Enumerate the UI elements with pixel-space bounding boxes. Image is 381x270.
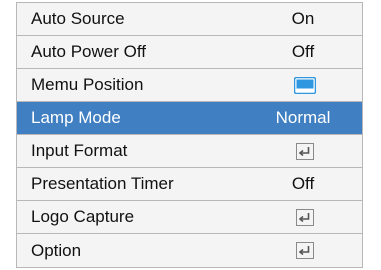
menu-item-input-format[interactable]: Input Format bbox=[17, 135, 362, 168]
menu-item-label: Lamp Mode bbox=[31, 108, 121, 127]
osd-menu: Auto Source On Auto Power Off Off Memu P… bbox=[16, 2, 363, 268]
menu-item-label: Logo Capture bbox=[31, 207, 135, 226]
menu-item-logo-capture[interactable]: Logo Capture bbox=[17, 201, 362, 234]
enter-icon bbox=[296, 242, 314, 259]
menu-item-value: Off bbox=[291, 42, 315, 61]
enter-icon bbox=[296, 209, 314, 226]
menu-item-value: Off bbox=[291, 174, 315, 193]
menu-item-lamp-mode[interactable]: Lamp Mode Normal bbox=[17, 102, 362, 135]
menu-item-label: Auto Power Off bbox=[31, 42, 146, 61]
menu-item-auto-source[interactable]: Auto Source On bbox=[17, 3, 362, 36]
menu-item-label: Memu Position bbox=[31, 75, 144, 94]
menu-item-auto-power-off[interactable]: Auto Power Off Off bbox=[17, 36, 362, 69]
menu-item-label: Input Format bbox=[31, 141, 128, 160]
menu-item-value: Normal bbox=[275, 108, 331, 127]
menu-item-presentation-timer[interactable]: Presentation Timer Off bbox=[17, 168, 362, 201]
enter-icon bbox=[296, 143, 314, 160]
menu-item-menu-position[interactable]: Memu Position bbox=[17, 69, 362, 102]
menu-item-value: On bbox=[291, 9, 315, 28]
menu-item-option[interactable]: Option bbox=[17, 234, 362, 267]
menu-item-label: Presentation Timer bbox=[31, 174, 174, 193]
menu-item-label: Auto Source bbox=[31, 9, 125, 28]
menu-position-icon bbox=[293, 76, 317, 99]
menu-item-label: Option bbox=[31, 240, 82, 260]
